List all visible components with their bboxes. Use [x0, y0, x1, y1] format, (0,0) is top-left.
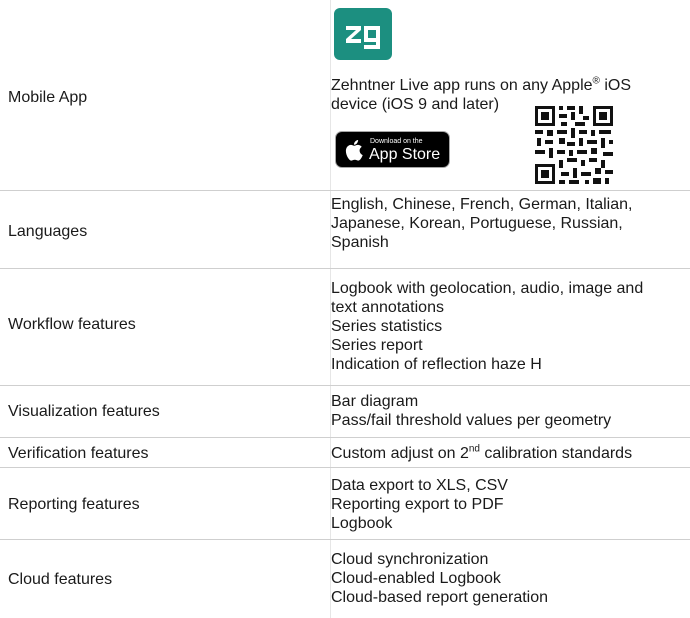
value-line: Bar diagram	[331, 393, 419, 410]
row-label: Languages	[8, 223, 88, 240]
value-line: Cloud-based report generation	[331, 589, 549, 606]
row-verification-features: Verification features Custom adjust on 2…	[0, 438, 690, 468]
value-line: Pass/fail threshold values per geometry	[331, 412, 612, 429]
value-line: Zehntner Live app runs on any Apple	[331, 77, 593, 94]
apple-icon	[345, 140, 363, 161]
row-label: Mobile App	[8, 89, 88, 106]
row-workflow-features: Workflow features Logbook with geolocati…	[0, 269, 690, 386]
value-line: Indication of reflection haze H	[331, 356, 542, 373]
value-line: text annotations	[331, 299, 444, 316]
row-reporting-features: Reporting features Data export to XLS, C…	[0, 468, 690, 540]
row-label: Workflow features	[8, 316, 136, 333]
value-line: Spanish	[331, 234, 389, 251]
value-line: Reporting export to PDF	[331, 496, 504, 513]
qr-code	[533, 104, 615, 186]
spec-table: Mobile App Zehntner Live app runs on any…	[0, 0, 690, 618]
value-line: Data export to XLS, CSV	[331, 477, 508, 494]
value-line: Cloud synchronization	[331, 551, 489, 568]
value-line: Logbook with geolocation, audio, image a…	[331, 280, 644, 297]
value-line: Series report	[331, 337, 423, 354]
row-languages: Languages English, Chinese, French, Germ…	[0, 191, 690, 269]
row-mobile-app: Mobile App Zehntner Live app runs on any…	[0, 0, 690, 191]
value-line: Series statistics	[331, 318, 443, 335]
row-cloud-features: Cloud features Cloud synchronization Clo…	[0, 540, 690, 618]
value-line: Japanese, Korean, Portuguese, Russian,	[331, 215, 623, 232]
registered-mark: ®	[592, 75, 600, 87]
row-label: Cloud features	[8, 571, 113, 588]
value-line: Cloud-enabled Logbook	[331, 570, 501, 587]
value-line: English, Chinese, French, German, Italia…	[331, 196, 633, 213]
row-visualization-features: Visualization features Bar diagram Pass/…	[0, 386, 690, 438]
row-label: Reporting features	[8, 496, 140, 513]
row-label: Visualization features	[8, 403, 160, 420]
app-store-badge[interactable]: Download on the App Store	[335, 131, 450, 168]
row-label: Verification features	[8, 445, 149, 462]
value-line: Logbook	[331, 515, 393, 532]
value-line: Custom adjust on 2nd calibration standar…	[331, 443, 633, 462]
zg-app-logo	[334, 8, 392, 60]
